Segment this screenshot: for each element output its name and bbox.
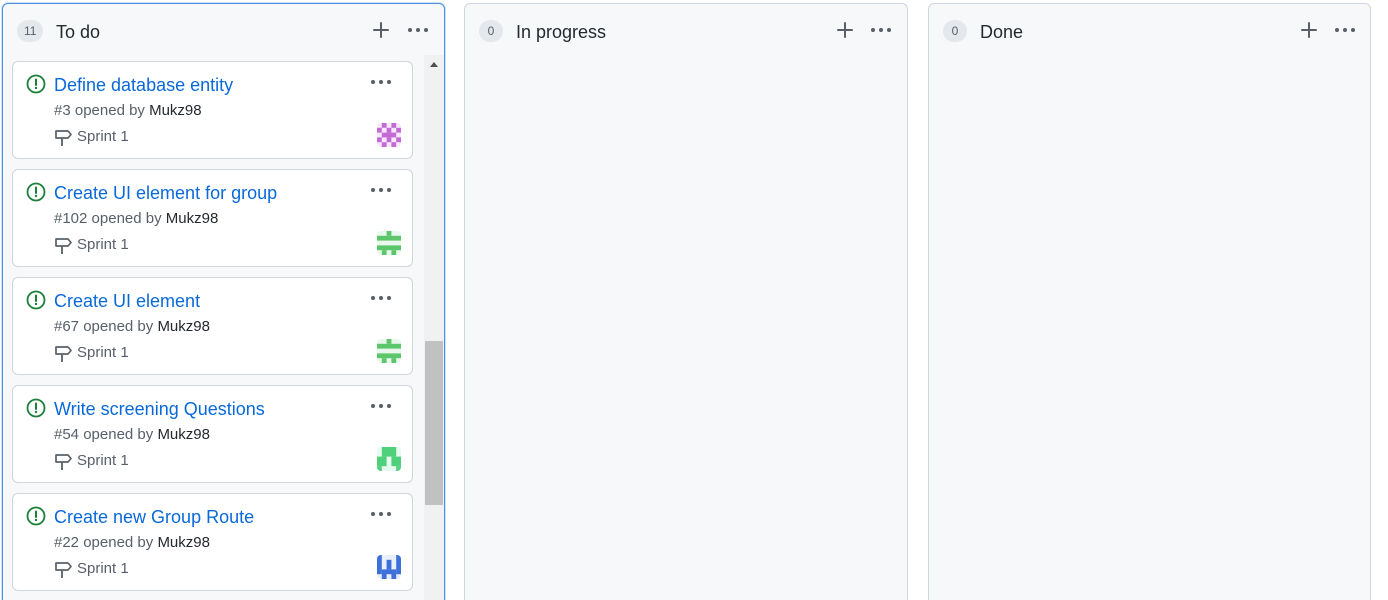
issue-opened-by: opened by (79, 534, 158, 551)
column-header: 0 Done (929, 4, 1370, 56)
kebab-horizontal-icon[interactable] (368, 288, 394, 308)
milestone-label: Sprint 1 (77, 452, 129, 469)
column-count: 0 (479, 20, 503, 42)
issue-number: #3 (54, 102, 71, 119)
issue-title-link[interactable]: Define database entity (54, 74, 233, 96)
issue-card[interactable]: Define database entity #3 opened by Mukz… (12, 61, 413, 159)
milestone-link[interactable]: Sprint 1 (54, 342, 129, 364)
scrollbar-thumb[interactable] (425, 341, 443, 505)
plus-icon[interactable] (834, 18, 856, 42)
kebab-horizontal-icon[interactable] (368, 180, 394, 200)
column-title: In progress (516, 22, 607, 42)
issue-opened-by: opened by (79, 426, 158, 443)
column-done: 0 Done (928, 3, 1371, 600)
kebab-horizontal-icon[interactable] (368, 396, 394, 416)
issue-number: #54 (54, 426, 80, 443)
issue-author-link[interactable]: Mukz98 (149, 102, 202, 119)
issue-meta: #22 opened by Mukz98 (54, 534, 210, 552)
kebab-horizontal-icon[interactable] (867, 18, 895, 42)
column-count: 11 (17, 20, 44, 42)
column-todo: 11 To do Define database entity #3 opene… (2, 3, 445, 600)
milestone-icon (55, 238, 72, 254)
avatar[interactable] (377, 339, 401, 363)
milestone-link[interactable]: Sprint 1 (54, 126, 129, 148)
issue-opened-icon (26, 398, 46, 418)
issue-card[interactable]: Create new Group Route #22 opened by Muk… (12, 493, 413, 591)
plus-icon[interactable] (1298, 18, 1320, 42)
issue-author-link[interactable]: Mukz98 (166, 210, 219, 227)
avatar[interactable] (377, 447, 401, 471)
issue-opened-icon (26, 506, 46, 526)
issue-opened-icon (26, 290, 46, 310)
kebab-horizontal-icon[interactable] (368, 504, 394, 524)
column-header: 0 In progress (465, 4, 907, 56)
milestone-link[interactable]: Sprint 1 (54, 558, 129, 580)
avatar[interactable] (377, 555, 401, 579)
milestone-icon (55, 346, 72, 362)
issue-author-link[interactable]: Mukz98 (157, 318, 210, 335)
milestone-label: Sprint 1 (77, 128, 129, 145)
issue-card[interactable]: Create UI element #67 opened by Mukz98 S… (12, 277, 413, 375)
milestone-label: Sprint 1 (77, 560, 129, 577)
milestone-icon (55, 562, 72, 578)
issue-meta: #54 opened by Mukz98 (54, 426, 210, 444)
issue-title-link[interactable]: Create new Group Route (54, 506, 254, 528)
issue-meta: #102 opened by Mukz98 (54, 210, 218, 228)
issue-card[interactable]: Create UI element for group #102 opened … (12, 169, 413, 267)
milestone-link[interactable]: Sprint 1 (54, 450, 129, 472)
avatar[interactable] (377, 231, 401, 255)
issue-author-link[interactable]: Mukz98 (157, 426, 210, 443)
issue-author-link[interactable]: Mukz98 (157, 534, 210, 551)
issue-title-link[interactable]: Write screening Questions (54, 398, 265, 420)
issue-opened-icon (26, 182, 46, 202)
milestone-icon (55, 130, 72, 146)
scroll-up-arrow-icon[interactable] (424, 55, 444, 75)
column-count: 0 (943, 20, 967, 42)
issue-opened-by: opened by (79, 318, 158, 335)
column-title: To do (56, 22, 101, 42)
issue-number: #22 (54, 534, 80, 551)
column-in-progress: 0 In progress (464, 3, 908, 600)
issue-meta: #3 opened by Mukz98 (54, 102, 202, 120)
issue-opened-by: opened by (70, 102, 150, 119)
avatar[interactable] (377, 123, 401, 147)
issue-card[interactable]: Write screening Questions #54 opened by … (12, 385, 413, 483)
plus-icon[interactable] (370, 18, 392, 42)
issue-opened-icon (26, 74, 46, 94)
milestone-label: Sprint 1 (77, 236, 129, 253)
column-header: 11 To do (3, 4, 444, 56)
kebab-horizontal-icon[interactable] (404, 18, 432, 42)
kebab-horizontal-icon[interactable] (1331, 18, 1359, 42)
issue-title-link[interactable]: Create UI element (54, 290, 200, 312)
issue-number: #67 (54, 318, 80, 335)
kebab-horizontal-icon[interactable] (368, 72, 394, 92)
issue-opened-by: opened by (87, 210, 166, 227)
column-title: Done (980, 22, 1024, 42)
issue-number: #102 (54, 210, 88, 227)
milestone-icon (55, 454, 72, 470)
issue-meta: #67 opened by Mukz98 (54, 318, 210, 336)
milestone-link[interactable]: Sprint 1 (54, 234, 129, 256)
milestone-label: Sprint 1 (77, 344, 129, 361)
issue-title-link[interactable]: Create UI element for group (54, 182, 277, 204)
column-scrollbar[interactable] (424, 55, 444, 600)
